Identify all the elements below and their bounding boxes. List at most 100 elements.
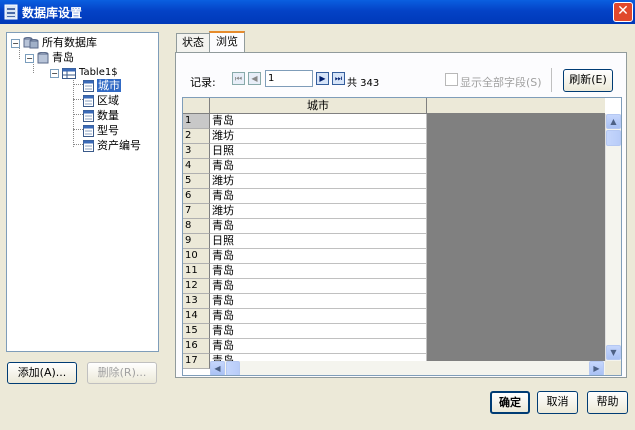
city-cell[interactable]: 日照 [210,144,427,159]
tree-line [73,99,83,100]
city-cell[interactable]: 青岛 [210,294,427,309]
row-number[interactable]: 4 [183,159,210,174]
city-cell[interactable]: 青岛 [210,114,427,129]
row-number[interactable]: 7 [183,204,210,219]
row-number[interactable]: 11 [183,264,210,279]
tree-item-table[interactable]: − Table1$ [50,66,118,80]
database-icon [37,52,49,64]
show-all-fields-checkbox[interactable] [445,73,458,86]
tree-item-field-asset-number[interactable]: 资产编号 [83,139,141,153]
refresh-button[interactable]: 刷新(E) [563,69,613,92]
next-page-button[interactable]: ▶ [316,72,329,85]
table-row[interactable]: 3 日照 [183,144,427,159]
last-page-button[interactable]: ⏭ [332,72,345,85]
add-button[interactable]: 添加(A)... [7,362,77,384]
delete-button[interactable]: 删除(R)... [87,362,157,384]
first-page-button[interactable]: ⏮ [232,72,245,85]
tree-label: 型号 [97,124,119,137]
vertical-scrollbar[interactable]: ▲ ▼ [605,114,621,361]
prev-page-button[interactable]: ◀ [248,72,261,85]
vertical-scroll-thumb[interactable] [606,130,621,146]
row-number[interactable]: 17 [183,354,210,369]
row-number[interactable]: 8 [183,219,210,234]
table-row[interactable]: 1 青岛 [183,114,427,129]
collapse-toggle-icon[interactable]: − [25,53,34,63]
scroll-left-button[interactable]: ◀ [210,361,225,375]
data-grid[interactable]: 城市 1 青岛 2 潍坊 3 日照 4 青岛 5 潍坊 6 青岛 7 潍坊 8 青岛 9 日照 10 青岛 11 青岛 12… [182,97,622,376]
city-cell[interactable]: 青岛 [210,309,427,324]
city-cell[interactable]: 青岛 [210,159,427,174]
table-row[interactable]: 12 青岛 [183,279,427,294]
tab-browse[interactable]: 浏览 [209,31,245,53]
ok-button[interactable]: 确定 [490,391,530,414]
table-row[interactable]: 16 青岛 [183,339,427,354]
city-cell[interactable]: 潍坊 [210,174,427,189]
show-all-fields-label: 显示全部字段(S) [460,76,542,89]
row-number[interactable]: 12 [183,279,210,294]
row-number[interactable]: 16 [183,339,210,354]
horizontal-scroll-thumb[interactable] [226,361,240,375]
tree-item-field-model[interactable]: 型号 [83,124,119,138]
table-row[interactable]: 15 青岛 [183,324,427,339]
row-number[interactable]: 2 [183,129,210,144]
city-cell[interactable]: 青岛 [210,339,427,354]
row-number[interactable]: 1 [183,114,210,129]
tree-item-db[interactable]: − 青岛 [25,51,74,65]
row-number[interactable]: 9 [183,234,210,249]
table-row[interactable]: 13 青岛 [183,294,427,309]
city-cell[interactable]: 青岛 [210,219,427,234]
table-row[interactable]: 4 青岛 [183,159,427,174]
column-header-city[interactable]: 城市 [210,98,427,114]
database-tree[interactable]: − 所有数据库 − 青岛 − Table1$ 城市 区域 数量 型号 资产编号 [6,32,159,352]
field-icon [83,95,94,107]
scroll-right-button[interactable]: ▶ [589,361,604,375]
scroll-up-button[interactable]: ▲ [606,114,621,129]
scroll-down-button[interactable]: ▼ [606,345,621,360]
page-input[interactable]: 1 [265,70,313,87]
city-cell[interactable]: 青岛 [210,324,427,339]
horizontal-scrollbar[interactable]: ◀ ▶ [210,361,605,375]
table-row[interactable]: 7 潍坊 [183,204,427,219]
grid-empty-area [427,114,605,361]
collapse-toggle-icon[interactable]: − [11,38,20,48]
table-row[interactable]: 11 青岛 [183,264,427,279]
databases-icon [23,37,39,49]
tree-item-field-quantity[interactable]: 数量 [83,109,119,123]
last-icon: ⏭ [334,74,343,83]
tree-item-all-databases[interactable]: − 所有数据库 [11,36,97,50]
row-number[interactable]: 14 [183,309,210,324]
city-cell[interactable]: 日照 [210,234,427,249]
tree-line [73,77,74,147]
table-row[interactable]: 8 青岛 [183,219,427,234]
row-number[interactable]: 10 [183,249,210,264]
city-cell[interactable]: 青岛 [210,189,427,204]
table-row[interactable]: 9 日照 [183,234,427,249]
tree-item-field-region[interactable]: 区域 [83,94,119,108]
city-cell[interactable]: 潍坊 [210,129,427,144]
help-button[interactable]: 帮助 [587,391,628,414]
table-row[interactable]: 10 青岛 [183,249,427,264]
row-number[interactable]: 15 [183,324,210,339]
field-icon [83,80,94,92]
city-cell[interactable]: 青岛 [210,279,427,294]
row-number[interactable]: 3 [183,144,210,159]
tab-status[interactable]: 状态 [176,33,210,53]
city-cell[interactable]: 青岛 [210,264,427,279]
close-button[interactable]: ✕ [613,2,633,22]
records-label: 记录: [190,76,216,89]
tree-label: Table1$ [79,67,118,78]
cancel-button[interactable]: 取消 [537,391,578,414]
collapse-toggle-icon[interactable]: − [50,68,59,78]
table-row[interactable]: 14 青岛 [183,309,427,324]
row-number[interactable]: 13 [183,294,210,309]
table-row[interactable]: 2 潍坊 [183,129,427,144]
city-cell[interactable]: 潍坊 [210,204,427,219]
row-number[interactable]: 6 [183,189,210,204]
table-row[interactable]: 5 潍坊 [183,174,427,189]
tree-item-field-city[interactable]: 城市 [83,79,121,93]
city-cell[interactable]: 青岛 [210,249,427,264]
window-title: 数据库设置 [22,6,83,20]
table-row[interactable]: 6 青岛 [183,189,427,204]
total-records: 共 343 [347,78,380,89]
row-number[interactable]: 5 [183,174,210,189]
